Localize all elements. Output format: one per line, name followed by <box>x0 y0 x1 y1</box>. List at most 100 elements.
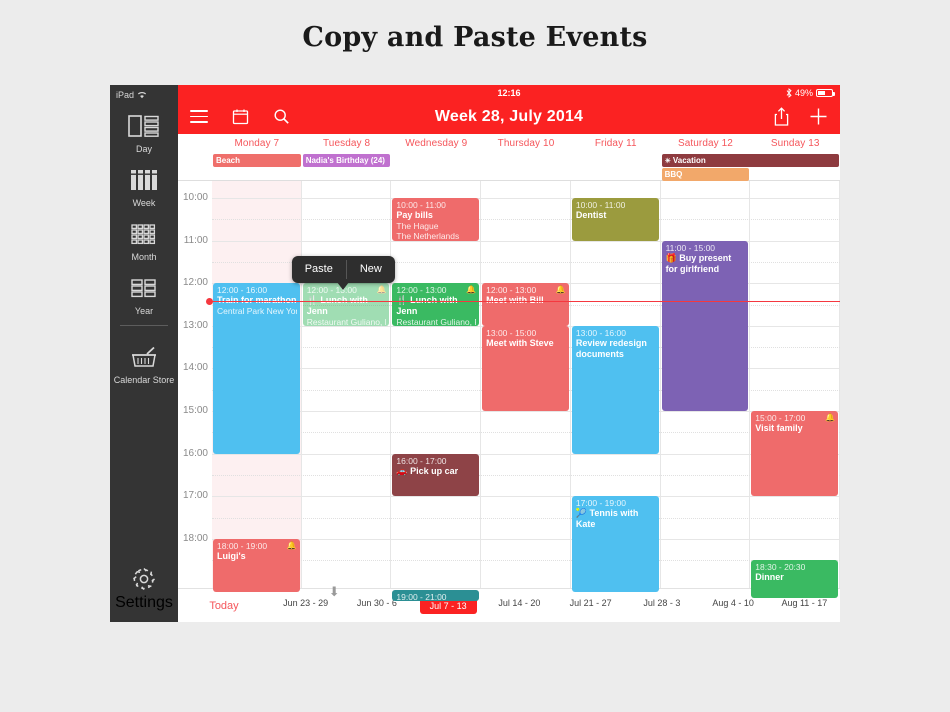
time-label: 14:00 <box>182 362 208 374</box>
alarm-bell-icon: 🔔 <box>376 285 387 295</box>
week-label: Jun 23 - 29 <box>283 597 329 608</box>
page-title: Copy and Paste Events <box>302 22 648 53</box>
week-label: Jul 28 - 3 <box>643 597 681 608</box>
sidebar-item-settings[interactable]: Settings <box>110 564 178 612</box>
week-label: Jul 14 - 20 <box>498 597 541 608</box>
allday-event[interactable]: BBQ <box>661 168 750 181</box>
week-view-icon <box>110 165 178 195</box>
time-label: 17:00 <box>182 490 208 502</box>
sidebar-item-day[interactable]: Day <box>110 101 178 155</box>
sidebar-item-year[interactable]: Year <box>110 263 178 317</box>
time-label: 11:00 <box>183 234 208 246</box>
store-icon <box>110 342 178 372</box>
event-title: 🚗 Pick up car <box>396 465 459 476</box>
plus-icon[interactable] <box>809 107 828 126</box>
calendar-event[interactable]: 18:30 - 20:30 Dinner <box>751 560 838 599</box>
calendar-event[interactable]: 12:00 - 13:00🍴 Lunch with JennRestaurant… <box>392 283 480 326</box>
event-time: 11:00 - 15:00 <box>665 242 716 253</box>
day-view-icon <box>110 111 178 141</box>
time-label: 18:00 <box>182 532 208 544</box>
today-button[interactable]: Today <box>178 600 270 612</box>
allday-event[interactable]: Nadia's Birthday (24) <box>302 154 391 167</box>
calendar-event[interactable]: 12:00 - 13:00🍴 Lunch with JennRestaurant… <box>302 283 390 326</box>
week-scrubber-bar[interactable]: Today Jun 23 - 29 Jun 30 - 6 Jul 7 - 13 Jul… <box>178 588 840 622</box>
calendar-event[interactable]: 15:00 - 17:00 Visit family 🔔 <box>751 411 838 497</box>
event-time: 10:00 - 11:00 <box>575 200 626 211</box>
time-label: 13:00 <box>182 319 208 331</box>
calendar-event[interactable]: 13:00 - 16:00 Review redesign documents <box>571 325 659 454</box>
header-gutter <box>178 134 212 154</box>
bluetooth-icon <box>786 88 792 98</box>
day-column-6[interactable] <box>750 181 840 622</box>
calendar-event[interactable]: 12:00 - 13:00Meet with Bill🔔 <box>482 283 569 326</box>
day-column-1[interactable] <box>302 181 392 622</box>
event-title: 🍴 Lunch with Jenn <box>306 295 368 317</box>
event-time: 13:00 - 16:00 <box>575 327 626 338</box>
time-label: 15:00 <box>182 405 208 417</box>
day-header-row: Monday 7 Tuesday 8 Wednesday 9 Thursday 10 F… <box>178 134 840 154</box>
calendar-event[interactable]: 18:00 - 19:00 Luigi's 🔔 <box>213 538 300 593</box>
hour-line <box>212 411 840 413</box>
allday-event-title: Vacation <box>672 156 706 165</box>
calendar-event[interactable]: 11:00 - 15:00 🎁 Buy present for girlfrien… <box>661 240 749 412</box>
context-menu-popup[interactable]: Paste New <box>291 255 395 290</box>
share-icon[interactable] <box>774 107 789 126</box>
day-column-2[interactable] <box>391 181 482 622</box>
week-list[interactable]: Jun 23 - 29 Jun 30 - 6 Jul 7 - 13 Jul 14 - … <box>270 597 840 614</box>
week-item-3[interactable]: Jul 14 - 20 <box>484 598 555 614</box>
sidebar-item-label: Year <box>134 306 154 316</box>
week-label: Jun 30 - 6 <box>356 597 397 608</box>
sidebar-item-month[interactable]: Month <box>110 209 178 263</box>
event-time: 15:00 - 17:00 <box>755 413 806 424</box>
gear-icon <box>110 564 178 594</box>
week-label: Aug 4 - 10 <box>712 597 754 608</box>
calendar-event[interactable]: 13:00 - 15:00 Meet with Steve <box>482 325 569 412</box>
event-title: Review redesign documents <box>575 337 647 359</box>
sidebar-item-label: Week <box>132 198 156 208</box>
week-item-6[interactable]: Aug 4 - 10 <box>698 598 769 614</box>
event-location: Restaurant Guliano, R <box>306 317 387 326</box>
day-header-3[interactable]: Thursday 10 <box>481 134 571 154</box>
current-time-line <box>208 300 840 302</box>
alarm-bell-icon: 🔔 <box>286 540 297 550</box>
day-header-6[interactable]: Sunday 13 <box>750 134 840 154</box>
event-title: Visit family <box>755 423 803 434</box>
calendar-event[interactable]: 19:00 - 21:00 <box>392 589 480 601</box>
day-header-4[interactable]: Friday 11 <box>571 134 661 154</box>
time-grid[interactable]: 10:00 11:00 12:00 13:00 14:00 15:00 16:00 17:00… <box>178 181 840 622</box>
alarm-bell-icon: 🔔 <box>466 285 477 295</box>
new-button[interactable]: New <box>347 256 395 283</box>
wifi-icon <box>137 91 147 98</box>
nav-bar: Week 28, July 2014 <box>178 102 840 134</box>
week-item-0[interactable]: Jun 23 - 29 <box>270 598 341 614</box>
sidebar-item-calendar-store[interactable]: Calendar Store <box>110 326 178 386</box>
paste-button[interactable]: Paste <box>292 256 346 283</box>
day-header-0[interactable]: Monday 7 <box>212 134 302 154</box>
calendar-event[interactable]: 17:00 - 19:00 🎾 Tennis with Kate <box>571 496 659 593</box>
day-header-2[interactable]: Wednesday 9 <box>391 134 481 154</box>
calendar-event[interactable]: 12:00 - 16:00Train for marathonCentral P… <box>213 283 300 454</box>
calendar-event[interactable]: 10:00 - 11:00 Pay bills The Hague The Nethe… <box>392 198 480 241</box>
allday-event-title: BBQ <box>664 170 683 179</box>
week-item-7[interactable]: Aug 11 - 17 <box>769 598 840 614</box>
status-clock: 12:16 <box>497 88 521 98</box>
month-view-icon <box>110 219 178 249</box>
sidebar-status: iPad <box>110 85 178 101</box>
allday-event[interactable]: ☀ Vacation <box>661 154 839 167</box>
sidebar-settings-label: Settings <box>115 594 173 611</box>
time-gutter: 10:00 11:00 12:00 13:00 14:00 15:00 16:00 17:00… <box>178 181 212 622</box>
event-title: 🍴 Lunch with Jenn <box>396 295 457 317</box>
scroll-down-arrow[interactable]: ⬇ <box>329 584 340 600</box>
device-label: iPad <box>116 89 135 100</box>
calendar-event[interactable]: 10:00 - 11:00 Dentist <box>571 198 659 241</box>
sidebar-item-week[interactable]: Week <box>110 155 178 209</box>
day-header-1[interactable]: Tuesday 8 <box>302 134 392 154</box>
allday-event[interactable]: Beach <box>213 154 301 167</box>
time-label: 10:00 <box>182 192 208 204</box>
week-item-4[interactable]: Jul 21 - 27 <box>555 598 626 614</box>
calendar-event[interactable]: 16:00 - 17:00 🚗 Pick up car <box>392 453 480 497</box>
day-header-5[interactable]: Saturday 12 <box>661 134 751 154</box>
event-title: Pay bills <box>396 210 433 221</box>
week-item-5[interactable]: Jul 28 - 3 <box>626 598 697 614</box>
status-bar: 12:16 49% <box>178 85 840 102</box>
